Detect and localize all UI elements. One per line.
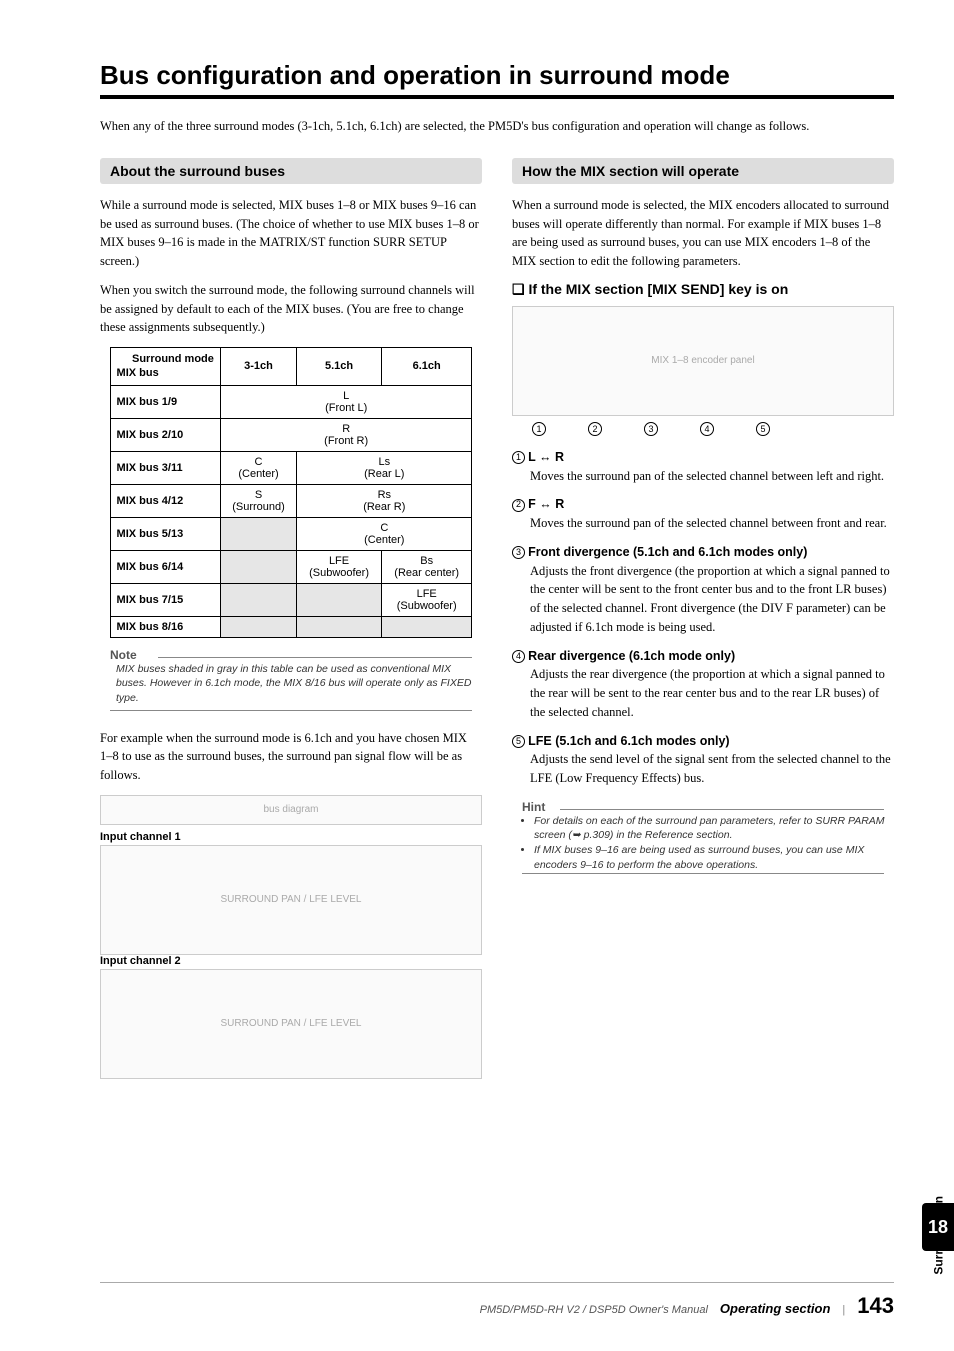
table-row-header: MIX bus 1/9 <box>110 385 220 418</box>
mix-section-image: MIX 1–8 encoder panel <box>512 306 894 416</box>
table-cell: Bs (Rear center) <box>381 550 472 583</box>
table-cell: Ls (Rear L) <box>297 451 472 484</box>
param-title: Front divergence (5.1ch and 6.1ch modes … <box>528 545 807 559</box>
param-body: Adjusts the send level of the signal sen… <box>512 750 894 788</box>
hint-label: Hint <box>522 800 545 814</box>
param-title: F ↔ R <box>528 497 564 511</box>
param-title: LFE (5.1ch and 6.1ch modes only) <box>528 734 729 748</box>
subheading-mix-send: ❏ If the MIX section [MIX SEND] key is o… <box>512 281 894 298</box>
table-row-header: MIX bus 5/13 <box>110 517 220 550</box>
param-number: 3 <box>512 546 525 559</box>
diagram-bus-header-image: bus diagram <box>100 795 482 825</box>
hint-item: For details on each of the surround pan … <box>534 814 894 843</box>
footer-section: Operating section <box>720 1301 831 1316</box>
table-cell <box>220 583 296 616</box>
hint-block: Hint For details on each of the surround… <box>512 798 894 874</box>
table-cell: LFE (Subwoofer) <box>297 550 382 583</box>
table-cell: L (Front L) <box>220 385 472 418</box>
table-row-header: MIX bus 3/11 <box>110 451 220 484</box>
title-rule <box>100 95 894 99</box>
param-number: 2 <box>512 499 525 512</box>
signal-flow-diagram: bus diagram Input channel 1 SURROUND PAN… <box>100 795 482 1079</box>
param-number: 4 <box>512 650 525 663</box>
table-row-header: MIX bus 2/10 <box>110 418 220 451</box>
table-row-header: MIX bus 8/16 <box>110 616 220 637</box>
diagram-label-1: Input channel 1 <box>100 831 482 843</box>
section-heading-left: About the surround buses <box>100 158 482 184</box>
param-number: 5 <box>512 735 525 748</box>
footer-manual: PM5D/PM5D-RH V2 / DSP5D Owner's Manual <box>480 1304 708 1316</box>
param-item: 5 LFE (5.1ch and 6.1ch modes only) Adjust… <box>512 732 894 788</box>
right-para-1: When a surround mode is selected, the MI… <box>512 196 894 271</box>
param-body: Moves the surround pan of the selected c… <box>512 514 894 533</box>
table-cell <box>220 550 296 583</box>
table-row-header: MIX bus 4/12 <box>110 484 220 517</box>
param-title: Rear divergence (6.1ch mode only) <box>528 649 735 663</box>
param-item: 3 Front divergence (5.1ch and 6.1ch mode… <box>512 543 894 637</box>
table-row-header: MIX bus 7/15 <box>110 583 220 616</box>
intro-paragraph: When any of the three surround modes (3-… <box>100 117 894 136</box>
left-para-1: While a surround mode is selected, MIX b… <box>100 196 482 271</box>
note-block: Note MIX buses shaded in gray in this ta… <box>100 646 482 711</box>
table-cell: S (Surround) <box>220 484 296 517</box>
page-footer: PM5D/PM5D-RH V2 / DSP5D Owner's Manual O… <box>100 1282 894 1319</box>
left-column: About the surround buses While a surroun… <box>100 158 482 1079</box>
col-header: 3-1ch <box>220 348 296 386</box>
param-item: 4 Rear divergence (6.1ch mode only) Adjus… <box>512 647 894 722</box>
callout-row: 1 2 3 4 5 <box>512 422 894 436</box>
left-para-2: When you switch the surround mode, the f… <box>100 281 482 337</box>
callout-5: 5 <box>756 422 770 436</box>
table-cell: C (Center) <box>297 517 472 550</box>
surround-bus-table: Surround mode MIX bus 3-1ch 5.1ch 6.1ch … <box>110 347 473 638</box>
col-header: 5.1ch <box>297 348 382 386</box>
diag-bottom: MIX bus <box>117 366 214 380</box>
chapter-tab: 18 <box>922 1203 954 1251</box>
table-cell <box>381 616 472 637</box>
callout-1: 1 <box>532 422 546 436</box>
param-item: 1 L ↔ R Moves the surround pan of the sel… <box>512 448 894 486</box>
hint-item: If MIX buses 9–16 are being used as surr… <box>534 843 894 872</box>
section-heading-right: How the MIX section will operate <box>512 158 894 184</box>
table-diag-header: Surround mode MIX bus <box>110 348 220 386</box>
diagram-label-2: Input channel 2 <box>100 955 482 967</box>
param-body: Adjusts the front divergence (the propor… <box>512 562 894 637</box>
footer-page-number: 143 <box>857 1293 894 1319</box>
note-label: Note <box>110 648 137 662</box>
table-cell: Rs (Rear R) <box>297 484 472 517</box>
param-body: Moves the surround pan of the selected c… <box>512 467 894 486</box>
table-cell <box>297 616 382 637</box>
page-title: Bus configuration and operation in surro… <box>100 60 894 91</box>
table-cell: C (Center) <box>220 451 296 484</box>
side-label-wrap: Surround pan <box>930 1056 946 1196</box>
callout-3: 3 <box>644 422 658 436</box>
left-para-3: For example when the surround mode is 6.… <box>100 729 482 785</box>
diag-top: Surround mode <box>117 352 214 366</box>
table-cell <box>220 616 296 637</box>
param-item: 2 F ↔ R Moves the surround pan of the sel… <box>512 495 894 533</box>
param-body: Adjusts the rear divergence (the proport… <box>512 665 894 721</box>
right-column: How the MIX section will operate When a … <box>512 158 894 1079</box>
table-row-header: MIX bus 6/14 <box>110 550 220 583</box>
note-text: MIX buses shaded in gray in this table c… <box>100 662 482 710</box>
param-title: L ↔ R <box>528 450 564 464</box>
col-header: 6.1ch <box>381 348 472 386</box>
table-cell: LFE (Subwoofer) <box>381 583 472 616</box>
param-number: 1 <box>512 451 525 464</box>
diagram-channel-2-image: SURROUND PAN / LFE LEVEL <box>100 969 482 1079</box>
callout-4: 4 <box>700 422 714 436</box>
table-cell <box>297 583 382 616</box>
diagram-channel-1-image: SURROUND PAN / LFE LEVEL <box>100 845 482 955</box>
callout-2: 2 <box>588 422 602 436</box>
table-cell <box>220 517 296 550</box>
table-cell: R (Front R) <box>220 418 472 451</box>
